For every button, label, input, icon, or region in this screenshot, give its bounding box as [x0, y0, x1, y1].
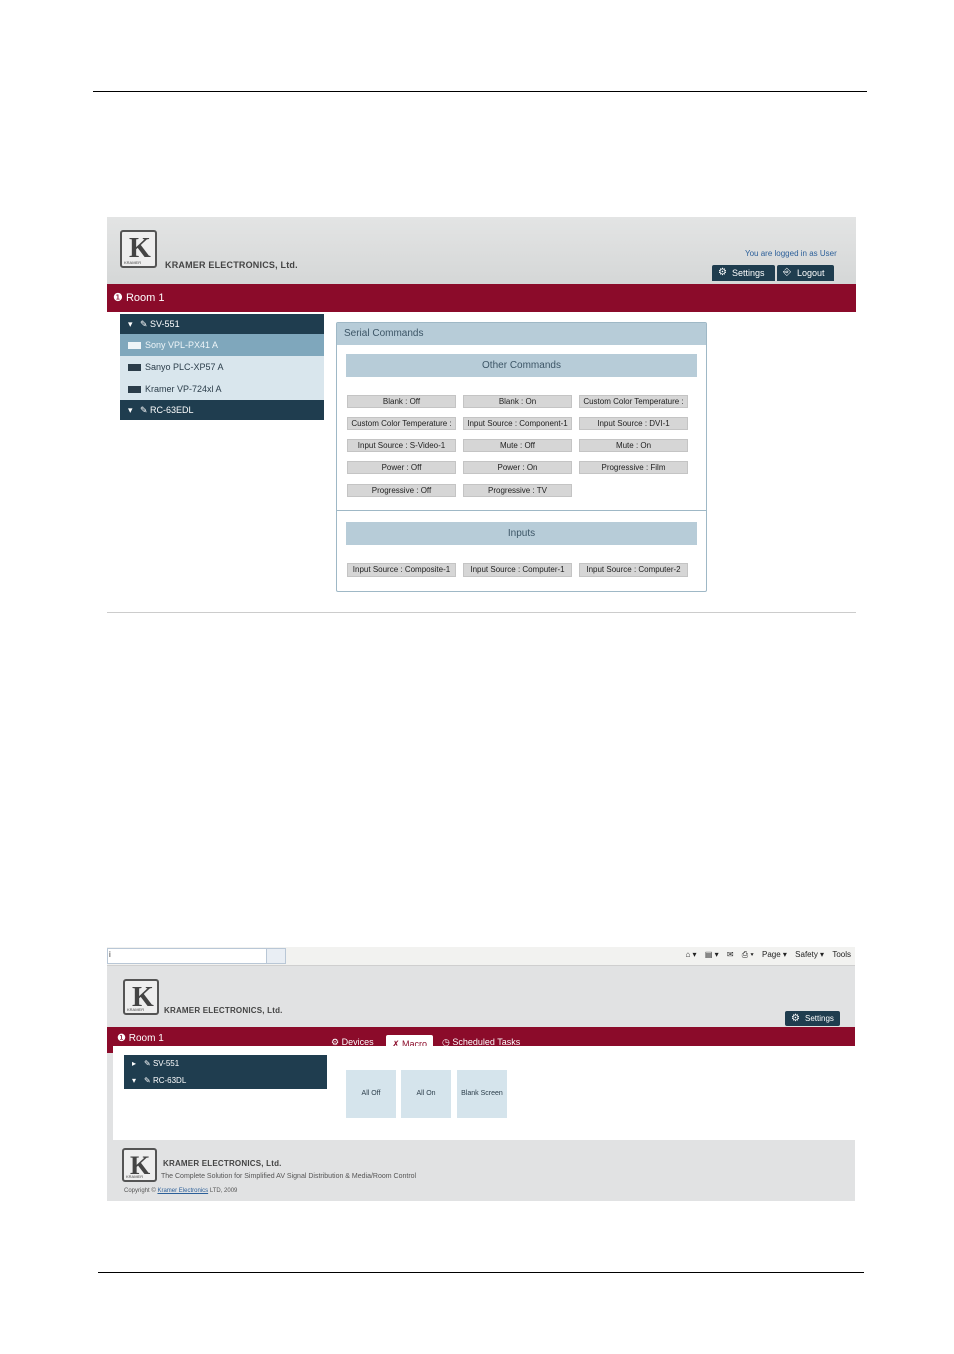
gear-icon: ⚙ [718, 267, 727, 278]
copyright: Copyright © Kramer Electronics LTD, 2009 [124, 1188, 238, 1194]
tree-device-sv551[interactable]: ▸ ✎ SV-551 [124, 1055, 327, 1072]
input-button[interactable]: Input Source : Computer-2 [579, 563, 688, 577]
input-button[interactable]: Input Source : Composite-1 [347, 563, 456, 577]
room-title: ❶ Room 1 [117, 1033, 164, 1044]
serial-commands-screenshot: K KRAMER KRAMER ELECTRONICS, Ltd. You ar… [107, 217, 856, 613]
logged-in-status: You are logged in as User [745, 249, 837, 258]
command-button[interactable]: Blank : On [463, 395, 572, 408]
command-button[interactable]: Input Source : S-Video-1 [347, 439, 456, 452]
tree-device-sv551[interactable]: ▾ ✎ SV-551 [120, 314, 324, 334]
page-menu[interactable]: Page ▾ [762, 950, 787, 959]
print-icon[interactable]: ⎙ ▾ [742, 950, 754, 959]
command-button[interactable]: Progressive : Off [347, 484, 456, 497]
command-button[interactable]: Progressive : Film [579, 461, 688, 474]
collapse-arrow-icon: ▸ [132, 1059, 137, 1068]
browser-command-bar: ⌂ ▾ ▤ ▾ ✉ ⎙ ▾ Page ▾ Safety ▾ Tools [680, 950, 852, 960]
room-bar: ❶ Room 1 [107, 284, 856, 312]
projector-icon [128, 364, 141, 372]
device-icon: ✎ [144, 1059, 153, 1068]
kramer-link[interactable]: Kramer Electronics [157, 1188, 208, 1194]
command-button[interactable]: Blank : Off [347, 395, 456, 408]
feeds-icon[interactable]: ▤ ▾ [705, 950, 719, 959]
command-button[interactable]: Mute : On [579, 439, 688, 452]
projector-icon [128, 386, 141, 394]
projector-icon [128, 342, 141, 350]
browser-toolbar: i ⌂ ▾ ▤ ▾ ✉ ⎙ ▾ Page ▾ Safety ▾ Tools [107, 947, 855, 966]
brand-name: KRAMER ELECTRONICS, Ltd. [165, 260, 298, 270]
command-button[interactable]: Custom Color Temperature : [579, 395, 688, 408]
input-button[interactable]: Input Source : Computer-1 [463, 563, 572, 577]
footer-tagline: The Complete Solution for Simplified AV … [161, 1173, 417, 1180]
kramer-logo: K KRAMER [123, 979, 159, 1015]
panel-title: Serial Commands [337, 323, 706, 345]
tree-device-rc63edl[interactable]: ▾ ✎ RC-63EDL [120, 400, 324, 420]
mail-icon[interactable]: ✉ [727, 950, 734, 959]
expand-arrow-icon: ▾ [132, 1076, 137, 1085]
macro-screenshot: i ⌂ ▾ ▤ ▾ ✉ ⎙ ▾ Page ▾ Safety ▾ Tools K … [107, 947, 855, 1201]
inputs-header: Inputs [346, 522, 697, 545]
device-icon: ✎ [140, 405, 151, 415]
serial-commands-panel: Serial Commands Other Commands Blank : O… [336, 322, 707, 592]
safety-menu[interactable]: Safety ▾ [795, 950, 824, 959]
tools-menu[interactable]: Tools [832, 950, 851, 959]
macro-all-off[interactable]: All Off [346, 1070, 396, 1118]
logout-button[interactable]: ⎆ Logout [777, 265, 834, 281]
device-icon: ✎ [144, 1076, 153, 1085]
logout-icon: ⎆ [783, 267, 791, 278]
tree-item-sanyo[interactable]: Sanyo PLC-XP57 A [120, 356, 324, 378]
app-header: K KRAMER KRAMER ELECTRONICS, Ltd. You ar… [107, 217, 856, 284]
app-header: K KRAMER KRAMER ELECTRONICS, Ltd. ⚙ Sett… [107, 966, 855, 1027]
tree-item-kramer[interactable]: Kramer VP-724xl A [120, 378, 324, 400]
macro-all-on[interactable]: All On [401, 1070, 451, 1118]
section-divider [337, 510, 706, 511]
expand-arrow-icon: ▾ [128, 319, 133, 329]
kramer-logo: K KRAMER [120, 230, 157, 268]
command-button[interactable]: Progressive : TV [463, 484, 572, 497]
macro-blank-screen[interactable]: Blank Screen [457, 1070, 507, 1118]
command-button[interactable]: Mute : Off [463, 439, 572, 452]
footer-kramer-logo: K KRAMER [122, 1148, 157, 1182]
command-button[interactable]: Power : Off [347, 461, 456, 474]
info-icon: ❶ [113, 292, 123, 304]
home-icon[interactable]: ⌂ ▾ [686, 950, 697, 959]
command-button[interactable]: Input Source : DVI-1 [579, 417, 688, 430]
brand-name: KRAMER ELECTRONICS, Ltd. [164, 1006, 283, 1015]
settings-button[interactable]: ⚙ Settings [785, 1011, 840, 1026]
footer-brand: KRAMER ELECTRONICS, Ltd. [163, 1159, 282, 1168]
address-go-button[interactable] [266, 948, 286, 964]
tree-device-rc63dl[interactable]: ▾ ✎ RC-63DL [124, 1072, 327, 1089]
command-button[interactable]: Input Source : Component-1 [463, 417, 572, 430]
bottom-rule [98, 1272, 864, 1273]
macro-content: ▸ ✎ SV-551 ▾ ✎ RC-63DL All Off All On Blan… [113, 1046, 855, 1140]
gear-icon: ⚙ [791, 1013, 800, 1024]
room-title: ❶ Room 1 [113, 292, 165, 304]
address-bar[interactable]: i [107, 948, 267, 964]
command-button[interactable]: Power : On [463, 461, 572, 474]
expand-arrow-icon: ▾ [128, 405, 133, 415]
other-commands-header: Other Commands [346, 354, 697, 377]
top-rule [93, 91, 867, 92]
info-icon: ❶ [117, 1033, 126, 1044]
settings-button[interactable]: ⚙ Settings [712, 265, 775, 281]
command-button[interactable]: Custom Color Temperature : [347, 417, 456, 430]
device-icon: ✎ [140, 319, 151, 329]
tree-item-sony[interactable]: Sony VPL-PX41 A [120, 334, 324, 356]
